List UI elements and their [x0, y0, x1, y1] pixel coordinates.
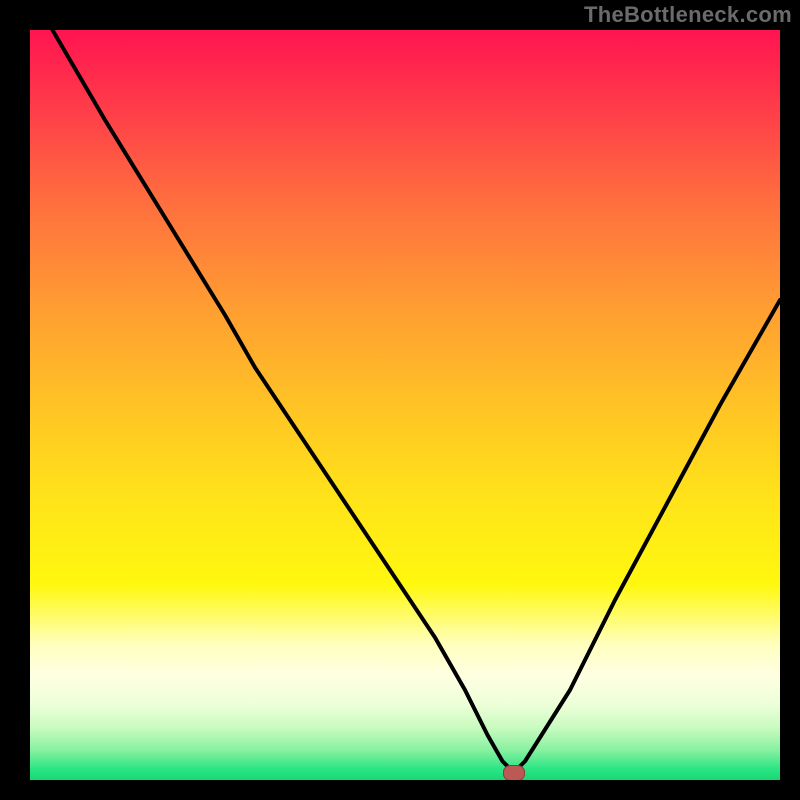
bottleneck-curve-line — [53, 30, 781, 773]
curve-layer — [30, 30, 780, 780]
plot-area — [30, 30, 780, 780]
optimal-point-marker — [503, 765, 525, 781]
watermark-text: TheBottleneck.com — [584, 2, 792, 28]
chart-frame: TheBottleneck.com — [0, 0, 800, 800]
